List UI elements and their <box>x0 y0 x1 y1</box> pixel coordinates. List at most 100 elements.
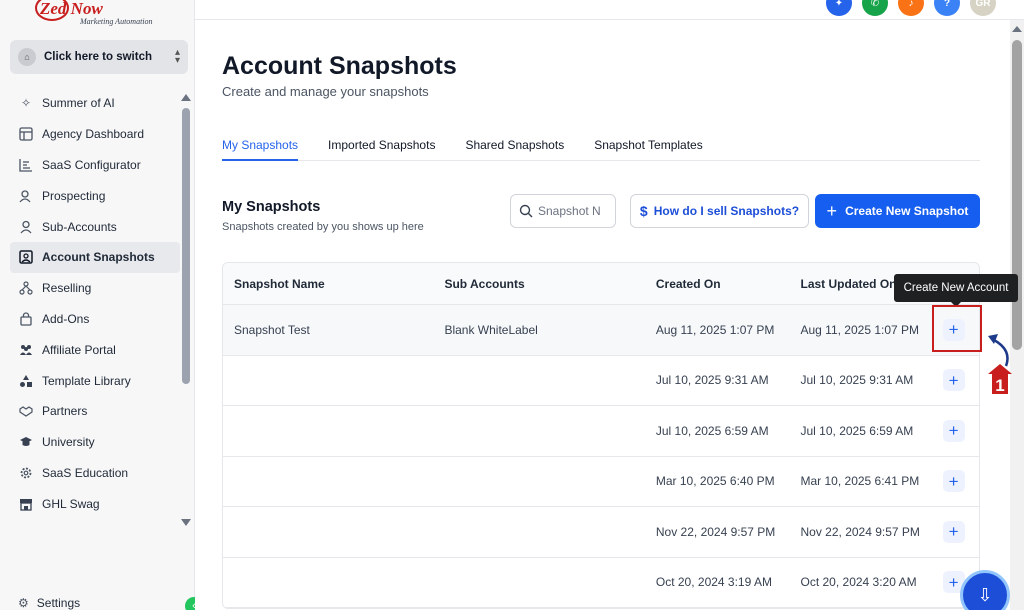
sidebar-item-university[interactable]: University <box>10 427 180 458</box>
chevron-up-down-icon: ▴ ▾ <box>174 47 180 66</box>
cell-last-updated-on: Oct 20, 2024 3:20 AM <box>800 575 917 590</box>
cell-created-on: Nov 22, 2024 9:57 PM <box>655 524 776 539</box>
logo-text: Zed Now <box>39 0 103 18</box>
column-header-snapshot-name: Snapshot Name <box>234 276 325 291</box>
create-new-account-button[interactable]: + <box>942 419 965 442</box>
reselling-icon <box>18 280 34 296</box>
sidebar-item-add-ons[interactable]: Add-Ons <box>10 304 180 335</box>
sidebar-item-account-snapshots[interactable]: Account Snapshots <box>10 241 180 273</box>
sidebar-item-partners[interactable]: Partners <box>10 396 180 427</box>
scroll-down-arrow[interactable] <box>181 519 191 526</box>
sidebar-nav: ✧ Summer of AI Agency Dashboard SaaS Con… <box>10 88 180 519</box>
page-scrollbar[interactable] <box>1010 20 1024 610</box>
location-icon: ⌂ <box>18 48 36 66</box>
snapshot-tabs: My Snapshots Imported Snapshots Shared S… <box>222 130 980 161</box>
tab-shared-snapshots[interactable]: Shared Snapshots <box>465 130 564 161</box>
cell-created-on: Jul 10, 2025 9:31 AM <box>655 373 769 388</box>
sidebar-item-label: Prospecting <box>42 188 106 203</box>
switcher-label: Click here to switch <box>44 51 153 63</box>
page-scroll-thumb[interactable] <box>1012 40 1022 350</box>
cell-created-on: Jul 10, 2025 6:59 AM <box>655 423 769 438</box>
sidebar-scrollbar[interactable] <box>181 92 191 532</box>
tab-my-snapshots[interactable]: My Snapshots <box>222 130 299 161</box>
tab-imported-snapshots[interactable]: Imported Snapshots <box>328 130 435 161</box>
sidebar-item-reselling[interactable]: Reselling <box>10 273 180 304</box>
create-button-label: Create New Snapshot <box>845 204 969 218</box>
table-row[interactable]: Jul 10, 2025 6:59 AM Jul 10, 2025 6:59 A… <box>223 406 979 457</box>
sidebar-item-ghl-swag[interactable]: GHL Swag <box>10 488 180 519</box>
cell-last-updated-on: Mar 10, 2025 6:41 PM <box>800 474 920 489</box>
help-icon[interactable]: ? <box>934 0 960 16</box>
sidebar-item-sub-accounts[interactable]: Sub-Accounts <box>10 211 180 242</box>
graduation-cap-icon <box>18 434 34 450</box>
create-new-account-button[interactable]: + <box>942 369 965 392</box>
create-new-account-button[interactable]: + <box>942 520 965 543</box>
store-icon <box>18 496 34 512</box>
cell-last-updated-on: Aug 11, 2025 1:07 PM <box>800 322 920 337</box>
snapshots-table: Snapshot Name Sub Accounts Created On La… <box>222 262 980 609</box>
sidebar-item-label: University <box>42 435 95 450</box>
sidebar-item-label: Template Library <box>42 373 131 388</box>
table-row[interactable]: Oct 20, 2024 3:19 AM Oct 20, 2024 3:20 A… <box>223 558 979 608</box>
table-row[interactable]: Mar 10, 2025 6:40 PM Mar 10, 2025 6:41 P… <box>223 457 979 507</box>
create-new-snapshot-button[interactable]: + Create New Snapshot <box>815 194 980 228</box>
cell-created-on: Oct 20, 2024 3:19 AM <box>655 575 772 590</box>
notification-bell-icon[interactable]: ♪ <box>898 0 924 16</box>
sidebar-scroll-thumb[interactable] <box>182 108 190 384</box>
how-to-sell-snapshots-button[interactable]: $ How do I sell Snapshots? <box>630 194 809 228</box>
dollar-icon: $ <box>639 203 648 219</box>
table-header: Snapshot Name Sub Accounts Created On La… <box>223 263 979 305</box>
sidebar-item-label: Partners <box>42 404 88 419</box>
table-row[interactable]: Nov 22, 2024 9:57 PM Nov 22, 2024 9:57 P… <box>223 507 979 558</box>
sidebar-item-label: SaaS Education <box>42 465 129 480</box>
chart-icon <box>18 157 34 173</box>
sidebar-item-label: Sub-Accounts <box>42 219 117 234</box>
page-title: Account Snapshots <box>222 52 457 80</box>
section-subtitle: Snapshots created by you shows up here <box>222 221 424 233</box>
sidebar: Zed Now Marketing Automation ⌂ Click her… <box>0 0 195 610</box>
settings-gear-icon: ⚙ <box>18 596 29 610</box>
sidebar-item-affiliate-portal[interactable]: Affiliate Portal <box>10 334 180 365</box>
plus-icon: + <box>826 200 838 221</box>
sidebar-item-label: Reselling <box>42 281 92 296</box>
main-content: Account Snapshots Create and manage your… <box>195 20 1010 610</box>
help-button-label: How do I sell Snapshots? <box>653 204 800 218</box>
tab-snapshot-templates[interactable]: Snapshot Templates <box>594 130 703 161</box>
user-icon <box>18 219 34 235</box>
sidebar-item-prospecting[interactable]: Prospecting <box>10 180 180 211</box>
sparkle-icon: ✧ <box>20 96 32 111</box>
cell-last-updated-on: Jul 10, 2025 9:31 AM <box>800 373 914 388</box>
scroll-up-arrow[interactable] <box>181 94 191 101</box>
page-subtitle: Create and manage your snapshots <box>222 84 429 99</box>
cell-created-on: Aug 11, 2025 1:07 PM <box>655 322 775 337</box>
sidebar-item-saas-configurator[interactable]: SaaS Configurator <box>10 150 180 181</box>
logo-tagline: Marketing Automation <box>79 17 153 26</box>
quick-action-icon[interactable]: ✦ <box>826 0 852 16</box>
snapshot-icon <box>18 249 34 265</box>
create-new-account-button[interactable]: + <box>942 470 965 493</box>
user-avatar[interactable]: GR <box>970 0 996 16</box>
snapshot-search[interactable] <box>510 194 616 228</box>
page-scroll-up-arrow[interactable] <box>1012 26 1022 32</box>
cell-last-updated-on: Nov 22, 2024 9:57 PM <box>800 524 920 539</box>
table-row[interactable]: Jul 10, 2025 9:31 AM Jul 10, 2025 9:31 A… <box>223 356 979 406</box>
sidebar-item-settings[interactable]: ⚙ Settings <box>18 596 80 610</box>
sidebar-item-agency-dashboard[interactable]: Agency Dashboard <box>10 119 180 150</box>
sidebar-item-saas-education[interactable]: SaaS Education <box>10 458 180 489</box>
phone-icon[interactable]: ✆ <box>862 0 888 16</box>
sidebar-item-label: GHL Swag <box>42 496 100 511</box>
dashboard-icon <box>18 126 34 142</box>
sidebar-item-template-library[interactable]: Template Library <box>10 365 180 396</box>
people-icon <box>18 342 34 358</box>
sidebar-item-label: SaaS Configurator <box>42 157 141 172</box>
sidebar-item-summer-of-ai[interactable]: ✧ Summer of AI <box>10 88 180 119</box>
brand-logo-mark: Zed Now Marketing Automation <box>35 0 153 26</box>
section-title: My Snapshots <box>222 199 321 215</box>
annotation-curved-arrow <box>993 338 1009 367</box>
table-row[interactable]: Snapshot Test Blank WhiteLabel Aug 11, 2… <box>223 305 979 356</box>
brand-logo[interactable]: Zed Now Marketing Automation <box>32 0 172 28</box>
account-switcher[interactable]: ⌂ Click here to switch ▴ ▾ <box>10 40 188 74</box>
search-input[interactable] <box>538 204 600 218</box>
top-bar-actions: ✦ ✆ ♪ ? GR <box>826 0 996 16</box>
cell-created-on: Mar 10, 2025 6:40 PM <box>655 474 775 489</box>
